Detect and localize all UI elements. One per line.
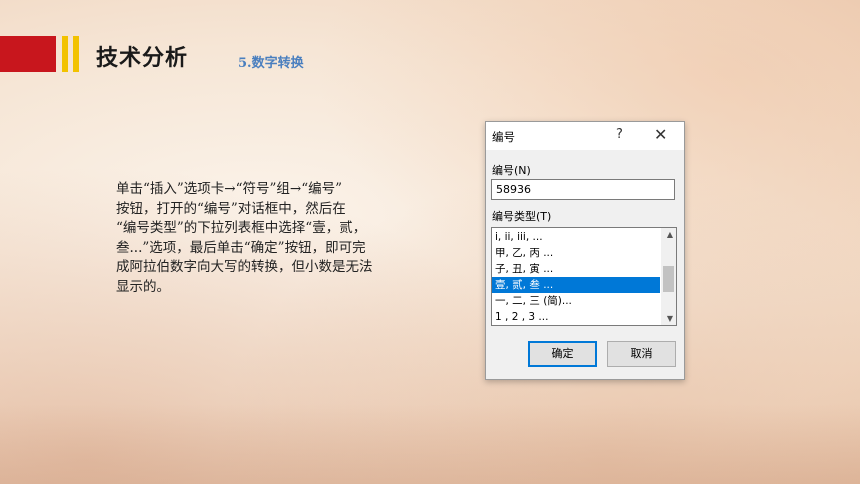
- listbox-scrollbar[interactable]: ▲ ▼: [661, 228, 676, 325]
- list-item[interactable]: 一, 二, 三 (简)...: [492, 293, 660, 309]
- list-item[interactable]: 甲, 乙, 丙 ...: [492, 245, 660, 261]
- help-icon[interactable]: ?: [616, 127, 623, 142]
- number-type-label: 编号类型(T): [492, 210, 552, 223]
- close-icon[interactable]: ✕: [654, 125, 667, 144]
- list-item-selected[interactable]: 壹, 贰, 叁 ...: [492, 277, 660, 293]
- scroll-down-icon[interactable]: ▼: [667, 314, 673, 323]
- slide-subtitle: 5.数字转换: [238, 56, 304, 71]
- number-label: 编号(N): [492, 164, 531, 177]
- list-item[interactable]: i, ii, iii, ...: [492, 229, 660, 245]
- cancel-button[interactable]: 取消: [607, 341, 676, 367]
- number-input[interactable]: [491, 179, 675, 200]
- list-item[interactable]: 1 , 2 , 3 ...: [492, 309, 660, 325]
- dialog-title: 编号: [492, 130, 515, 144]
- slide-title: 技术分析: [96, 46, 189, 71]
- title-yellow-bar-2: [73, 36, 79, 72]
- background-ground: [0, 404, 860, 484]
- list-item[interactable]: 子, 丑, 寅 ...: [492, 261, 660, 277]
- scroll-up-icon[interactable]: ▲: [667, 230, 673, 239]
- scroll-thumb[interactable]: [663, 266, 674, 292]
- title-yellow-bar-1: [62, 36, 68, 72]
- instruction-text: 单击“插入”选项卡→“符号”组→“编号” 按钮，打开的“编号”对话框中，然后在 …: [116, 181, 373, 295]
- numbering-dialog: 编号 ? ✕ 编号(N) 编号类型(T) i, ii, iii, ... 甲, …: [485, 121, 685, 380]
- ok-button[interactable]: 确定: [528, 341, 597, 367]
- dialog-titlebar: 编号 ? ✕: [486, 122, 684, 150]
- title-red-bar: [0, 36, 56, 72]
- number-type-listbox[interactable]: i, ii, iii, ... 甲, 乙, 丙 ... 子, 丑, 寅 ... …: [491, 227, 677, 326]
